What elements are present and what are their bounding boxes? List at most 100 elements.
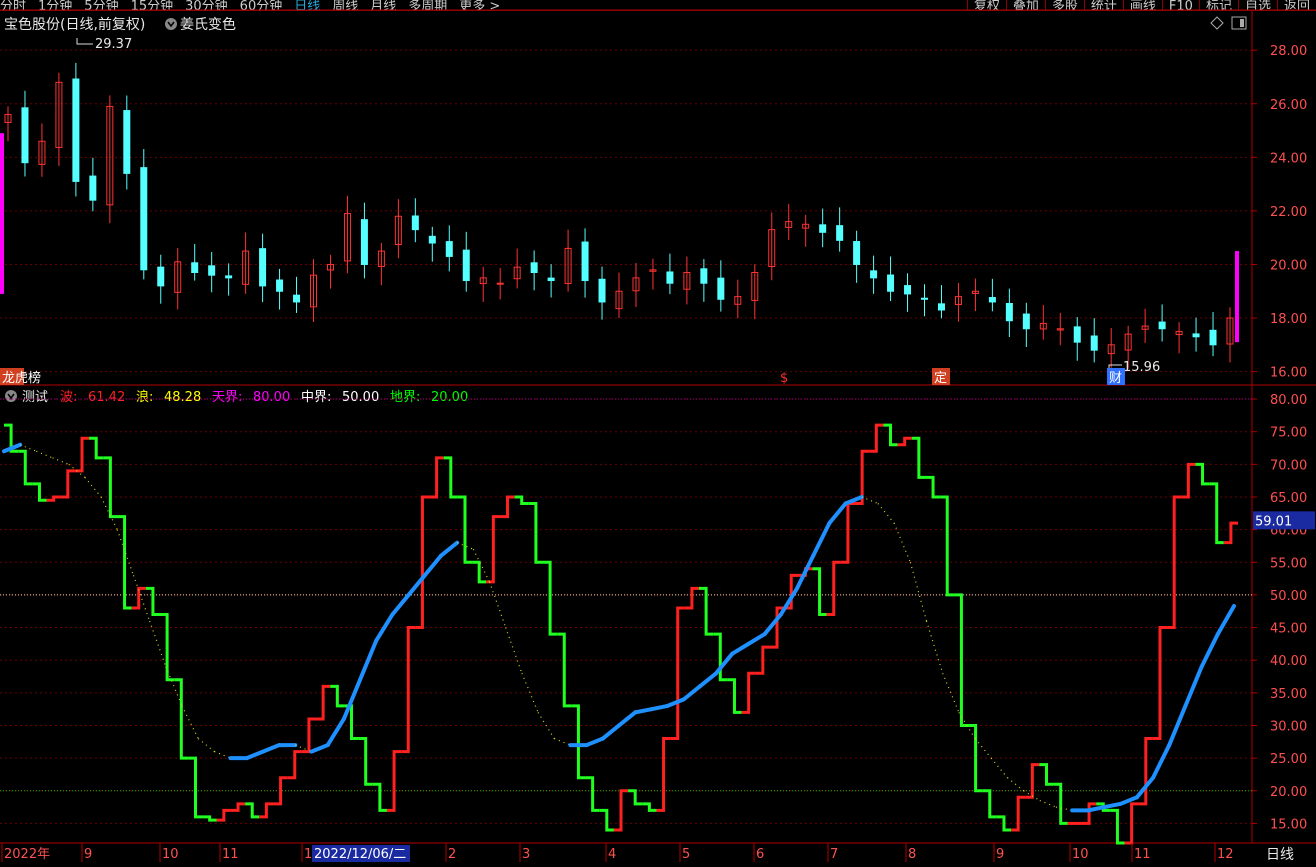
candle-body[interactable]: [276, 279, 284, 292]
candle-body[interactable]: [921, 297, 928, 300]
trend-segment-up: [795, 553, 816, 591]
candle-body[interactable]: [700, 268, 708, 284]
candle-body[interactable]: [72, 78, 80, 182]
cursor-date-label: 2022/12/06/二: [314, 847, 406, 862]
indicator-tick-label: 20.00: [1270, 785, 1307, 800]
wave-segment: [202, 815, 217, 822]
candle-body[interactable]: [293, 294, 301, 303]
price-axis: 28.00 26.00 24.00 22.00 20.00 18.00 16.00: [1252, 44, 1307, 381]
price-tick-label: 24.00: [1270, 151, 1307, 166]
price-tick-label: 28.00: [1270, 44, 1307, 59]
trend-segment-up: [714, 651, 735, 676]
wave-segment: [911, 436, 926, 479]
price-tick-label: 20.00: [1270, 258, 1307, 273]
candle-body[interactable]: [21, 107, 29, 164]
wave-segment: [1223, 521, 1238, 545]
legend-value: 48.28: [164, 390, 201, 405]
wave-segment: [330, 684, 345, 708]
candle-body[interactable]: [208, 265, 216, 276]
wave-segment: [145, 586, 161, 616]
wave-segment: [46, 495, 61, 502]
high-pointer-icon: [76, 38, 93, 45]
candle-body[interactable]: [462, 249, 470, 282]
candle-body[interactable]: [1022, 313, 1030, 330]
event-marker-0[interactable]: 龙虎榜: [2, 370, 41, 386]
trend-segment-down: [861, 496, 879, 505]
candle-body[interactable]: [530, 262, 538, 274]
indicator-tick-label: 15.00: [1270, 817, 1307, 832]
wave-segment: [528, 502, 543, 564]
candle-body[interactable]: [1209, 329, 1217, 346]
candle-body[interactable]: [598, 278, 606, 303]
wave-segment: [160, 613, 175, 682]
indicator-name: 姜氏变色: [180, 16, 236, 33]
indicator-series[interactable]: [2, 423, 1238, 845]
indicator-panel-name: 测试: [22, 390, 48, 405]
candle-body[interactable]: [140, 167, 148, 271]
event-markers[interactable]: 龙虎榜 $ 定 财: [0, 368, 1125, 386]
candle-body[interactable]: [904, 285, 912, 295]
trend-segment-down: [488, 581, 507, 628]
trend-segment-up: [811, 521, 832, 558]
candle-body[interactable]: [123, 110, 131, 174]
event-marker-1[interactable]: $: [780, 371, 788, 386]
legend-label: 浪:: [136, 390, 153, 405]
diamond-icon[interactable]: [1210, 16, 1224, 30]
wave-segment: [316, 684, 331, 721]
trend-segment-down: [149, 620, 167, 667]
wave-segment: [259, 802, 274, 819]
candle-body[interactable]: [1090, 335, 1098, 351]
candle-body[interactable]: [666, 271, 674, 284]
candle-body[interactable]: [836, 225, 844, 241]
window-toggle-icon-fill: [1240, 19, 1244, 27]
trend-segment-up: [633, 707, 654, 715]
wave-segment: [996, 815, 1012, 832]
candle-body[interactable]: [1158, 321, 1166, 330]
candle-body[interactable]: [819, 224, 827, 233]
candle-body[interactable]: [1192, 333, 1200, 338]
price-tick-label: 26.00: [1270, 98, 1307, 113]
indicator-tick-label: 80.00: [1270, 393, 1307, 408]
candle-body[interactable]: [988, 297, 996, 303]
candle-body[interactable]: [411, 215, 419, 231]
trend-segment-up: [1151, 743, 1172, 780]
trend-segment-up: [697, 671, 719, 689]
event-marker-3[interactable]: 财: [1109, 371, 1122, 386]
chart-canvas[interactable]: 28.00 26.00 24.00 22.00 20.00 18.00 16.00 宝色股份…: [0, 0, 1316, 867]
candle-body[interactable]: [496, 282, 504, 285]
wave-segment: [883, 423, 898, 447]
wave-segment: [372, 782, 387, 812]
wave-segment: [741, 671, 756, 714]
time-tick-label: 11: [222, 847, 239, 862]
candle-body[interactable]: [717, 277, 725, 300]
candle-body[interactable]: [259, 248, 267, 287]
indicator-menu-icon[interactable]: [5, 390, 17, 402]
candle-body[interactable]: [1073, 326, 1081, 343]
trend-segment-up: [1102, 801, 1123, 810]
candle-body[interactable]: [191, 262, 199, 274]
indicator-dropdown-icon[interactable]: [165, 18, 177, 30]
period-label[interactable]: 日线: [1266, 847, 1294, 863]
time-tick-label: 8: [908, 847, 916, 862]
time-tick-label: 6: [756, 847, 764, 862]
candle-body[interactable]: [360, 219, 368, 265]
candle-body[interactable]: [89, 175, 97, 201]
wave-segment: [60, 469, 75, 499]
candle-body[interactable]: [157, 266, 165, 287]
candle-body[interactable]: [428, 235, 436, 244]
candle-body[interactable]: [1005, 302, 1013, 322]
trend-segment-down: [554, 737, 571, 746]
event-marker-2[interactable]: 定: [934, 371, 947, 386]
wave-segment: [599, 808, 614, 832]
candle-body[interactable]: [937, 303, 945, 311]
wave-segment: [358, 737, 373, 786]
candle-body[interactable]: [225, 275, 233, 279]
candle-body[interactable]: [547, 277, 555, 282]
candle-body[interactable]: [581, 241, 589, 282]
candle-body[interactable]: [870, 270, 878, 279]
candle-body[interactable]: [445, 241, 453, 257]
trend-segment-up: [1199, 632, 1220, 669]
candlestick-series[interactable]: [0, 62, 1239, 369]
candle-body[interactable]: [853, 241, 861, 265]
candle-body[interactable]: [887, 274, 895, 292]
